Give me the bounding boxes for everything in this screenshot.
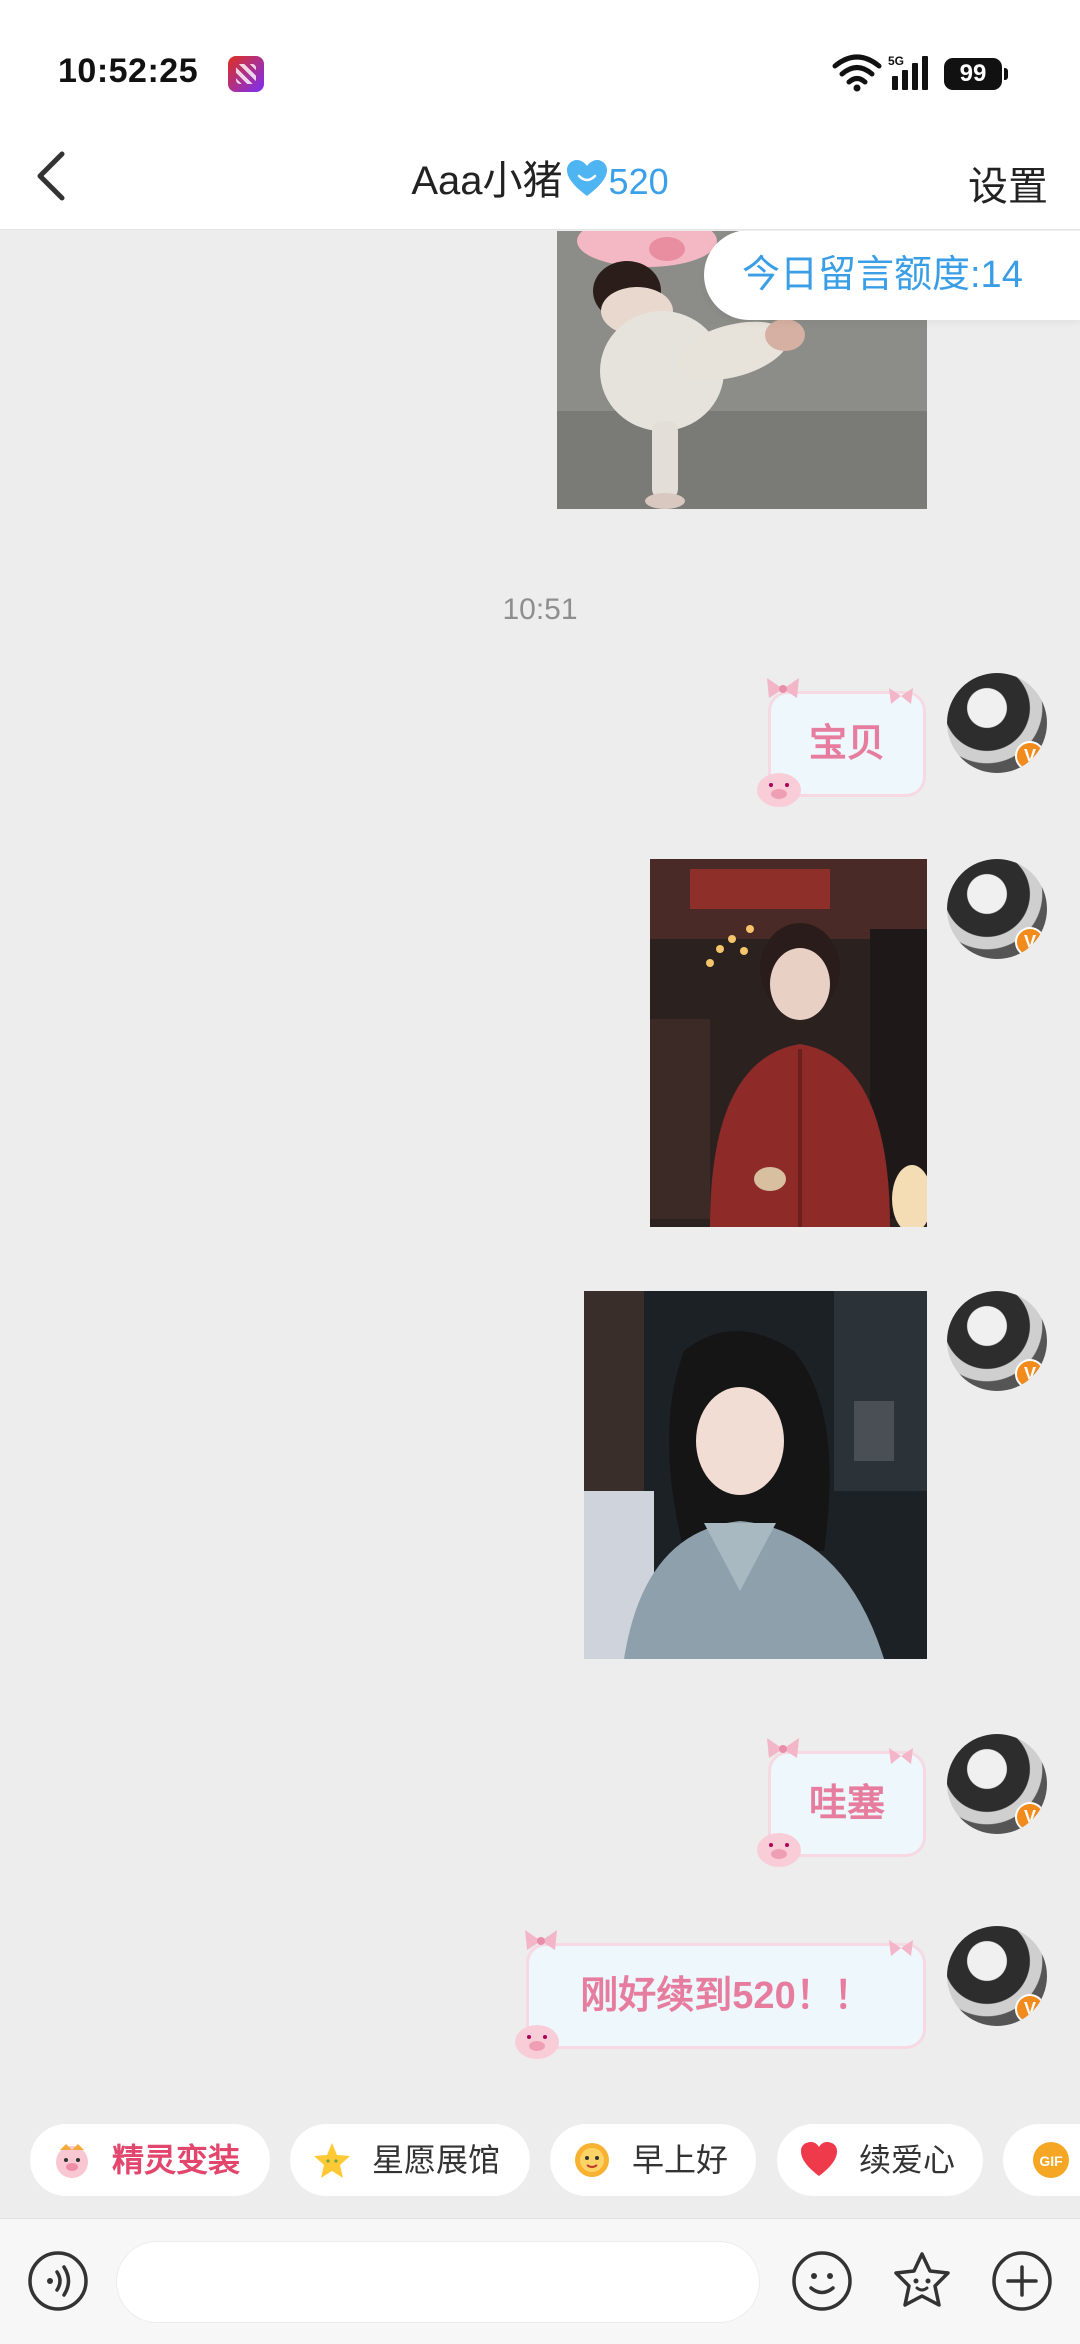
input-bar	[0, 2218, 1080, 2344]
chip-label: 早上好	[632, 2142, 729, 2178]
avatar[interactable]: V	[947, 1291, 1047, 1391]
chip-label: 续爱心	[859, 2142, 956, 2178]
signal-icon: 5G	[888, 54, 928, 90]
bow-icon	[889, 1940, 913, 1956]
message-text: 刚好续到520！！	[580, 1975, 872, 2017]
pig-sticker-icon	[515, 2025, 559, 2059]
app-badge-icon	[228, 56, 264, 92]
message-timestamp: 10:51	[502, 593, 578, 626]
quick-action-good-morning[interactable]: 早上好	[550, 2124, 756, 2196]
message-input[interactable]	[116, 2241, 760, 2323]
quick-action-gif[interactable]: GIF	[1003, 2124, 1080, 2196]
message-text: 哇塞	[808, 1783, 885, 1825]
blue-heart-icon	[566, 160, 607, 196]
bow-icon	[767, 678, 799, 698]
avatar[interactable]: V	[947, 859, 1047, 959]
message-text: 宝贝	[808, 723, 885, 765]
gif-icon: GIF	[1033, 2142, 1069, 2178]
network-type: 5G	[888, 54, 904, 68]
chat-area[interactable]: V 今日留言额度:14 10:51 V 宝贝 V	[0, 231, 1080, 2116]
bow-icon	[525, 1930, 557, 1950]
pig-face-icon	[56, 2144, 88, 2178]
verified-badge-icon: V	[1015, 927, 1045, 957]
verified-badge-icon: V	[1015, 1994, 1045, 2024]
nav-bar: Aaa小猪 520 设置	[0, 120, 1080, 230]
verified-badge-icon: V	[1015, 741, 1045, 771]
sun-face-icon	[575, 2143, 609, 2177]
page-title[interactable]: Aaa小猪 520	[0, 148, 1080, 206]
avatar[interactable]: V	[947, 1926, 1047, 2026]
avatar[interactable]: V	[947, 673, 1047, 773]
sticker-icon[interactable]	[890, 2249, 954, 2313]
contact-name: Aaa小猪	[411, 159, 563, 203]
text-message-bubble[interactable]: 宝贝	[757, 678, 926, 807]
pig-sticker-icon	[757, 773, 801, 807]
quick-action-sprite-dressup[interactable]: 精灵变装	[30, 2124, 270, 2196]
emoji-icon[interactable]	[790, 2249, 854, 2313]
girl-grey-coat-photo	[584, 1291, 927, 1659]
image-message[interactable]	[650, 859, 927, 1227]
text-message-bubble[interactable]: 哇塞	[757, 1738, 926, 1867]
quick-action-bar[interactable]: 精灵变装 星愿展馆 早上好 续爱心 GIF	[0, 2116, 1080, 2216]
star-icon	[314, 2143, 350, 2178]
battery-icon: 99	[944, 58, 1008, 90]
girl-red-sweater-photo	[650, 859, 927, 1227]
message-quota-badge: 今日留言额度:14	[704, 231, 1080, 320]
status-time: 10:52:25	[58, 52, 199, 90]
chip-label: 精灵变装	[112, 2142, 241, 2178]
verified-badge-icon: V	[1015, 1359, 1045, 1389]
gif-label: GIF	[1039, 2153, 1063, 2169]
avatar[interactable]: V	[947, 1734, 1047, 1834]
wifi-icon	[832, 54, 882, 92]
heart-icon	[801, 2142, 837, 2176]
image-message[interactable]	[584, 1291, 927, 1659]
quick-action-renew-heart[interactable]: 续爱心	[777, 2124, 983, 2196]
bow-icon	[889, 688, 913, 704]
pig-sticker-icon	[757, 1833, 801, 1867]
quick-action-star-gallery[interactable]: 星愿展馆	[290, 2124, 530, 2196]
verified-badge-icon: V	[1015, 1802, 1045, 1832]
bow-icon	[767, 1738, 799, 1758]
voice-icon[interactable]	[26, 2249, 90, 2313]
plus-icon[interactable]	[990, 2249, 1054, 2313]
intimacy-score: 520	[608, 161, 669, 202]
chip-label: 星愿展馆	[372, 2142, 501, 2178]
settings-button[interactable]: 设置	[968, 154, 1048, 212]
bow-icon	[889, 1748, 913, 1764]
text-message-bubble[interactable]: 刚好续到520！！	[515, 1930, 926, 2059]
